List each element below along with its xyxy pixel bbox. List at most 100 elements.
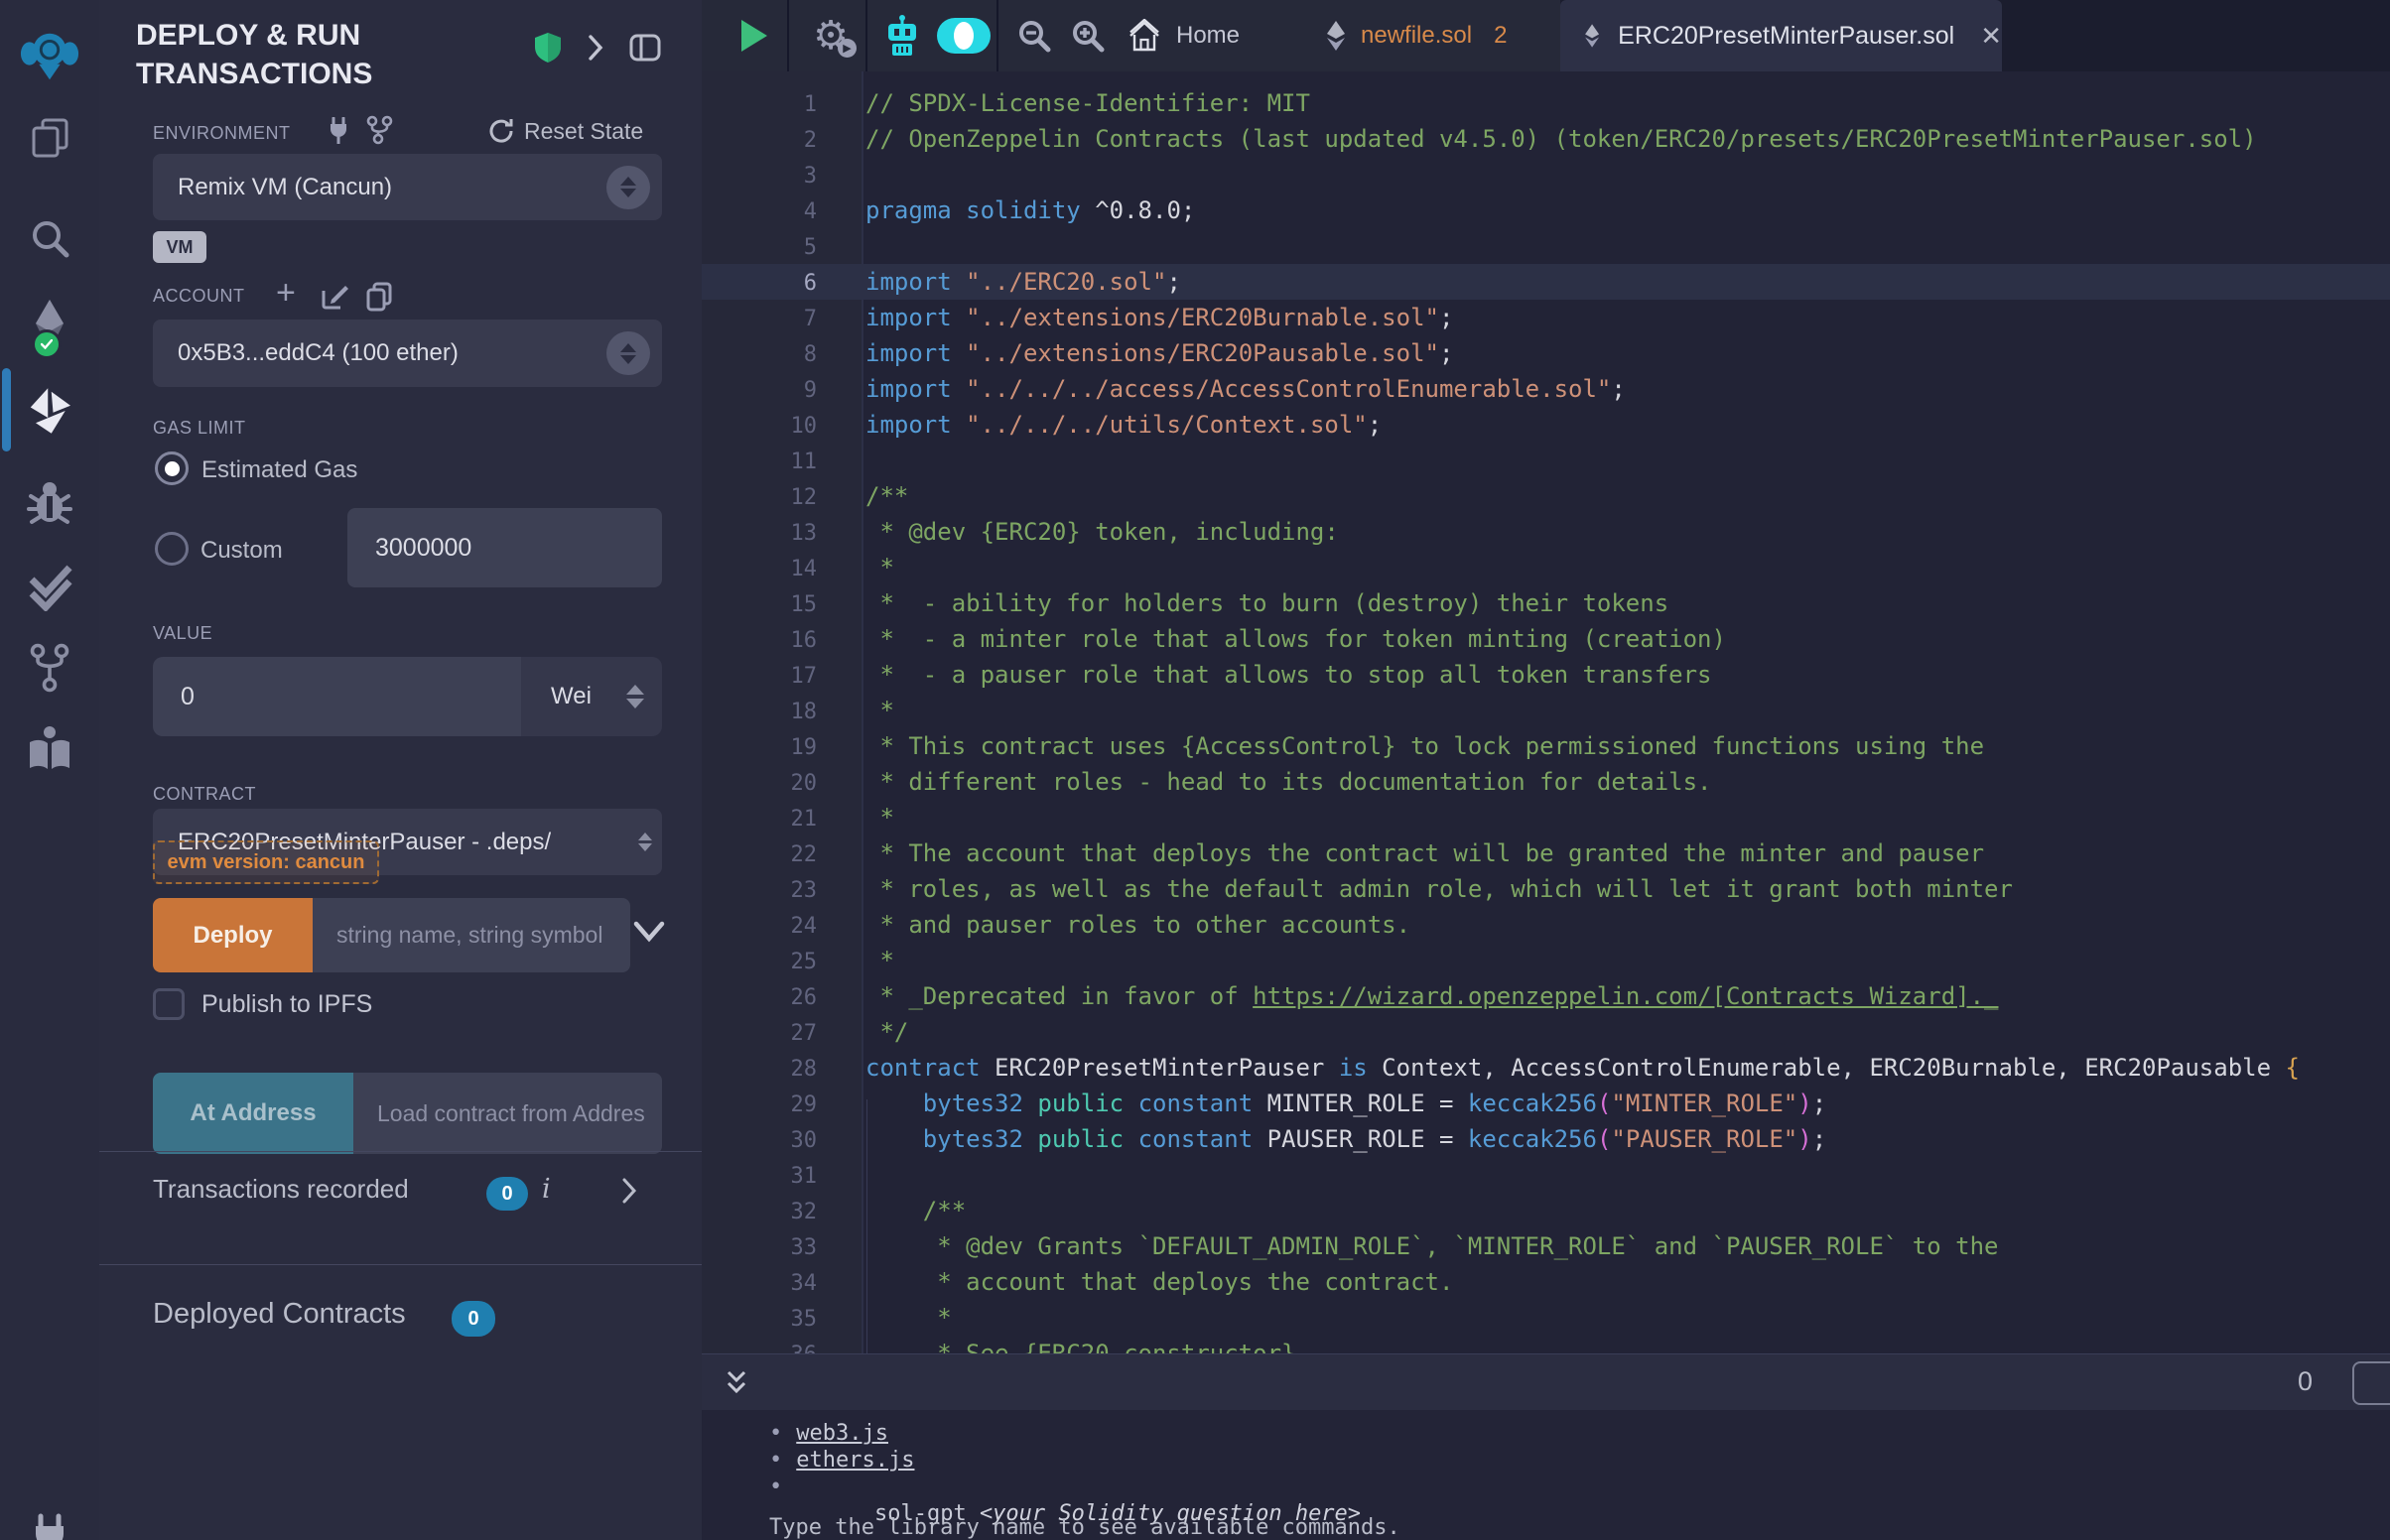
add-account-icon[interactable]: + — [276, 274, 296, 313]
copy-address-icon[interactable] — [365, 282, 393, 312]
code-line[interactable]: 4pragma solidity ^0.8.0; — [702, 192, 2390, 228]
tab-newfile[interactable]: newfile.sol 2 — [1323, 0, 1507, 71]
code-line[interactable]: 20 * different roles - head to its docum… — [702, 764, 2390, 800]
zoom-out-icon[interactable] — [1011, 0, 1057, 71]
at-address-button[interactable]: At Address — [153, 1073, 353, 1154]
learneth-icon[interactable] — [0, 724, 99, 776]
expand-terminal-icon[interactable] — [724, 1368, 749, 1398]
plugin-manager-icon[interactable] — [0, 1512, 99, 1540]
file-explorer-icon[interactable] — [0, 115, 99, 161]
search-icon[interactable] — [0, 216, 99, 260]
code-line[interactable]: 31 — [702, 1157, 2390, 1193]
code-line[interactable]: 7import "../extensions/ERC20Burnable.sol… — [702, 300, 2390, 335]
code-line[interactable]: 21 * — [702, 800, 2390, 835]
code-line[interactable]: 11 — [702, 443, 2390, 478]
line-number: 25 — [702, 945, 817, 980]
environment-select[interactable]: Remix VM (Cancun) — [153, 154, 662, 220]
code-line[interactable]: 12/** — [702, 478, 2390, 514]
environment-value: Remix VM (Cancun) — [178, 174, 392, 201]
edit-account-icon[interactable] — [320, 282, 349, 312]
code-line[interactable]: 10import "../../../utils/Context.sol"; — [702, 407, 2390, 443]
publish-ipfs-checkbox[interactable] — [153, 988, 185, 1020]
line-number: 36 — [702, 1338, 817, 1353]
value-input[interactable] — [153, 657, 521, 736]
value-unit-select[interactable]: Wei — [521, 657, 662, 736]
code-line[interactable]: 17 * - a pauser role that allows to stop… — [702, 657, 2390, 693]
code-lines: 1// SPDX-License-Identifier: MIT2// Open… — [702, 85, 2390, 1353]
code-line[interactable]: 26 * _Deprecated in favor of https://wiz… — [702, 978, 2390, 1014]
code-line[interactable]: 8import "../extensions/ERC20Pausable.sol… — [702, 335, 2390, 371]
code-line[interactable]: 33 * @dev Grants `DEFAULT_ADMIN_ROLE`, `… — [702, 1228, 2390, 1264]
code-line[interactable]: 35 * — [702, 1300, 2390, 1336]
account-select[interactable]: 0x5B3...eddC4 (100 ether) — [153, 320, 662, 387]
unit-testing-icon[interactable] — [0, 562, 99, 611]
code-line[interactable]: 16 * - a minter role that allows for tok… — [702, 621, 2390, 657]
line-number: 2 — [702, 123, 817, 159]
account-value: 0x5B3...eddC4 (100 ether) — [178, 339, 459, 367]
tab-active-file[interactable]: ERC20PresetMinterPauser.sol — [1560, 0, 2002, 71]
at-address-input[interactable] — [353, 1073, 662, 1154]
code-line[interactable]: 2// OpenZeppelin Contracts (last updated… — [702, 121, 2390, 157]
code-line[interactable]: 1// SPDX-License-Identifier: MIT — [702, 85, 2390, 121]
terminal-link[interactable]: web3.js — [796, 1421, 888, 1446]
custom-gas-input[interactable] — [347, 508, 662, 587]
code-line[interactable]: 14 * — [702, 550, 2390, 585]
line-number: 14 — [702, 552, 817, 587]
terminal-bar[interactable]: 0 — [702, 1353, 2390, 1410]
code-editor[interactable]: 1// SPDX-License-Identifier: MIT2// Open… — [702, 71, 2390, 1353]
ai-copilot-toggle[interactable] — [934, 0, 994, 71]
code-line[interactable]: 23 * roles, as well as the default admin… — [702, 871, 2390, 907]
code-line[interactable]: 24 * and pauser roles to other accounts. — [702, 907, 2390, 943]
run-script-icon[interactable] — [731, 0, 777, 71]
remix-logo-icon[interactable] — [0, 24, 99, 85]
reset-state-button[interactable]: Reset State — [486, 117, 643, 145]
line-number: 5 — [702, 230, 817, 266]
custom-gas-radio[interactable] — [155, 532, 189, 566]
deploy-run-icon[interactable] — [0, 383, 99, 439]
code-line[interactable]: 3 — [702, 157, 2390, 192]
code-line[interactable]: 15 * - ability for holders to burn (dest… — [702, 585, 2390, 621]
expand-transactions-icon[interactable] — [621, 1177, 637, 1205]
plug-icon[interactable] — [326, 117, 351, 145]
code-line[interactable]: 5 — [702, 228, 2390, 264]
code-line[interactable]: 13 * @dev {ERC20} token, including: — [702, 514, 2390, 550]
code-line[interactable]: 29 bytes32 public constant MINTER_ROLE =… — [702, 1086, 2390, 1121]
expand-deploy-icon[interactable] — [633, 921, 665, 943]
account-label: ACCOUNT — [153, 286, 245, 307]
code-line[interactable]: 36 * See {ERC20-constructor}. — [702, 1336, 2390, 1353]
script-config-icon[interactable]: ⚙ — [801, 0, 861, 71]
close-tab-icon[interactable] — [1980, 21, 2002, 52]
estimated-gas-radio[interactable] — [155, 451, 189, 485]
deploy-params-input[interactable] — [313, 898, 630, 972]
code-line[interactable]: 9import "../../../access/AccessControlEn… — [702, 371, 2390, 407]
code-line[interactable]: 27 */ — [702, 1014, 2390, 1050]
terminal-line: web3.js — [769, 1420, 2390, 1447]
fork-environment-icon[interactable] — [365, 115, 393, 145]
pin-panel-icon[interactable] — [629, 34, 661, 62]
git-icon[interactable] — [0, 643, 99, 693]
code-line[interactable]: 25 * — [702, 943, 2390, 978]
ai-assistant-icon[interactable] — [876, 0, 928, 71]
chevron-right-icon[interactable] — [588, 35, 603, 61]
shield-icon[interactable] — [534, 32, 562, 64]
terminal-search-box[interactable] — [2352, 1361, 2390, 1405]
code-line[interactable]: 30 bytes32 public constant PAUSER_ROLE =… — [702, 1121, 2390, 1157]
deploy-button[interactable]: Deploy — [153, 898, 313, 972]
zoom-in-icon[interactable] — [1065, 0, 1111, 71]
code-line[interactable]: 28contract ERC20PresetMinterPauser is Co… — [702, 1050, 2390, 1086]
terminal-line: sol-gpt <your Solidity question here> — [769, 1474, 2390, 1500]
code-line[interactable]: 19 * This contract uses {AccessControl} … — [702, 728, 2390, 764]
code-line[interactable]: 18 * — [702, 693, 2390, 728]
code-line[interactable]: 22 * The account that deploys the contra… — [702, 835, 2390, 871]
tab-home[interactable]: Home — [1127, 0, 1240, 71]
info-icon[interactable] — [542, 1174, 551, 1205]
code-line[interactable]: 32 /** — [702, 1193, 2390, 1228]
line-number: 3 — [702, 159, 817, 194]
code-line[interactable]: 6import "../ERC20.sol"; — [702, 264, 2390, 300]
newfile-tab-label: newfile.sol — [1361, 22, 1472, 50]
solidity-compiler-icon[interactable] — [0, 298, 99, 353]
debugger-icon[interactable] — [0, 476, 99, 526]
terminal-link[interactable]: ethers.js — [796, 1448, 914, 1473]
terminal[interactable]: web3.jsethers.js sol-gpt <your Solidity … — [702, 1410, 2390, 1540]
code-line[interactable]: 34 * account that deploys the contract. — [702, 1264, 2390, 1300]
